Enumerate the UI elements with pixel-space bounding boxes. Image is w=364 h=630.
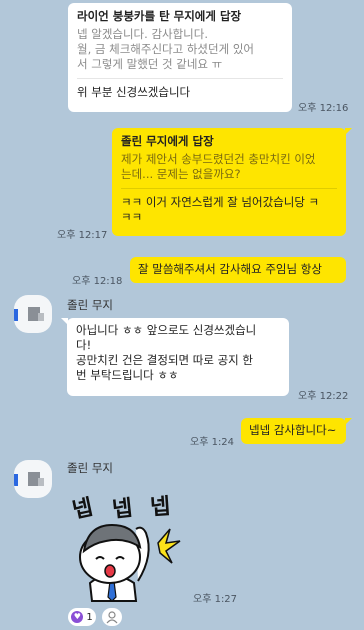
message-time: 오후 1:24: [190, 437, 235, 448]
reply-quote-line: 제가 제안서 송부드렸던건 충만치킨 이었: [121, 152, 316, 166]
message-text: 넵넵 감사합니다~: [249, 423, 337, 437]
bubble-tail: [345, 418, 352, 425]
reply-title: 라이언 붕붕카를 탄 무지에게 답장: [77, 9, 242, 23]
thumbs-up-icon: ♥: [71, 611, 84, 623]
message-bubble-own[interactable]: 잘 말씀해주셔서 감사해요 주임님 항상: [130, 257, 346, 283]
avatar[interactable]: [14, 460, 52, 498]
message-time: 오후 12:18: [72, 276, 123, 287]
message-bubble-reply-own[interactable]: 졸린 무지에게 답장 제가 제안서 송부드렸던건 충만치킨 이었 는데... 문…: [112, 128, 346, 236]
add-reaction-button[interactable]: [102, 608, 122, 626]
reply-divider: [121, 188, 337, 189]
message-text-line: 번 부탁드립니다 ㅎㅎ: [76, 368, 179, 382]
message-bubble-reply[interactable]: 라이언 붕붕카를 탄 무지에게 답장 넵 알겠습니다. 감사합니다. 월, 금 …: [68, 3, 292, 112]
message-text: 잘 말씀해주셔서 감사해요 주임님 항상: [138, 262, 322, 276]
message-time: 오후 12:17: [57, 230, 108, 241]
avatar-image: [38, 478, 44, 486]
reply-quote-line: 넵 알겠습니다. 감사합니다.: [77, 27, 209, 41]
message-time: 오후 12:22: [298, 391, 349, 402]
avatar-image: [14, 474, 18, 486]
message-text-line: 아닙니다 ㅎㅎ 앞으로도 신경쓰겠습니: [76, 323, 257, 337]
bubble-tail: [61, 318, 68, 325]
message-text-line: ㅋㅋ 이거 자연스럽게 잘 넘어갔습니당 ㅋ: [121, 195, 320, 209]
reply-quote-line: 는데... 문제는 없을까요?: [121, 167, 241, 181]
sender-name: 졸린 무지: [67, 461, 113, 475]
avatar[interactable]: [14, 295, 52, 333]
message-bubble-own[interactable]: 넵넵 감사합니다~: [241, 418, 346, 444]
reaction-count: 1: [86, 611, 93, 623]
reply-divider: [77, 78, 283, 79]
reply-quote-line: 월, 금 체크해주신다고 하셨던게 있어: [77, 42, 254, 56]
message-text: 위 부분 신경쓰겠습니다: [77, 85, 191, 99]
reply-quote-line: 서 그렇게 말했던 것 같네요 ㅠ: [77, 57, 223, 71]
avatar-image: [14, 309, 18, 321]
sender-name: 졸린 무지: [67, 298, 113, 312]
reply-title: 졸린 무지에게 답장: [121, 134, 214, 148]
message-time: 오후 1:27: [193, 594, 238, 605]
avatar-image: [38, 313, 44, 321]
message-bubble[interactable]: 아닙니다 ㅎㅎ 앞으로도 신경쓰겠습니 다! 공만치킨 건은 결정되면 따로 공…: [67, 318, 289, 396]
user-icon: [106, 611, 118, 624]
bubble-tail: [345, 128, 352, 135]
message-text-line: 다!: [76, 338, 92, 352]
message-time: 오후 12:16: [298, 103, 349, 114]
message-text-line: ㅋㅋ: [121, 210, 143, 224]
reaction-like-button[interactable]: ♥ 1: [68, 608, 96, 626]
message-text-line: 공만치킨 건은 결정되면 따로 공지 한: [76, 353, 253, 367]
character-illustration: [79, 523, 181, 602]
sticker[interactable]: 넵 넵 넵: [62, 485, 196, 605]
